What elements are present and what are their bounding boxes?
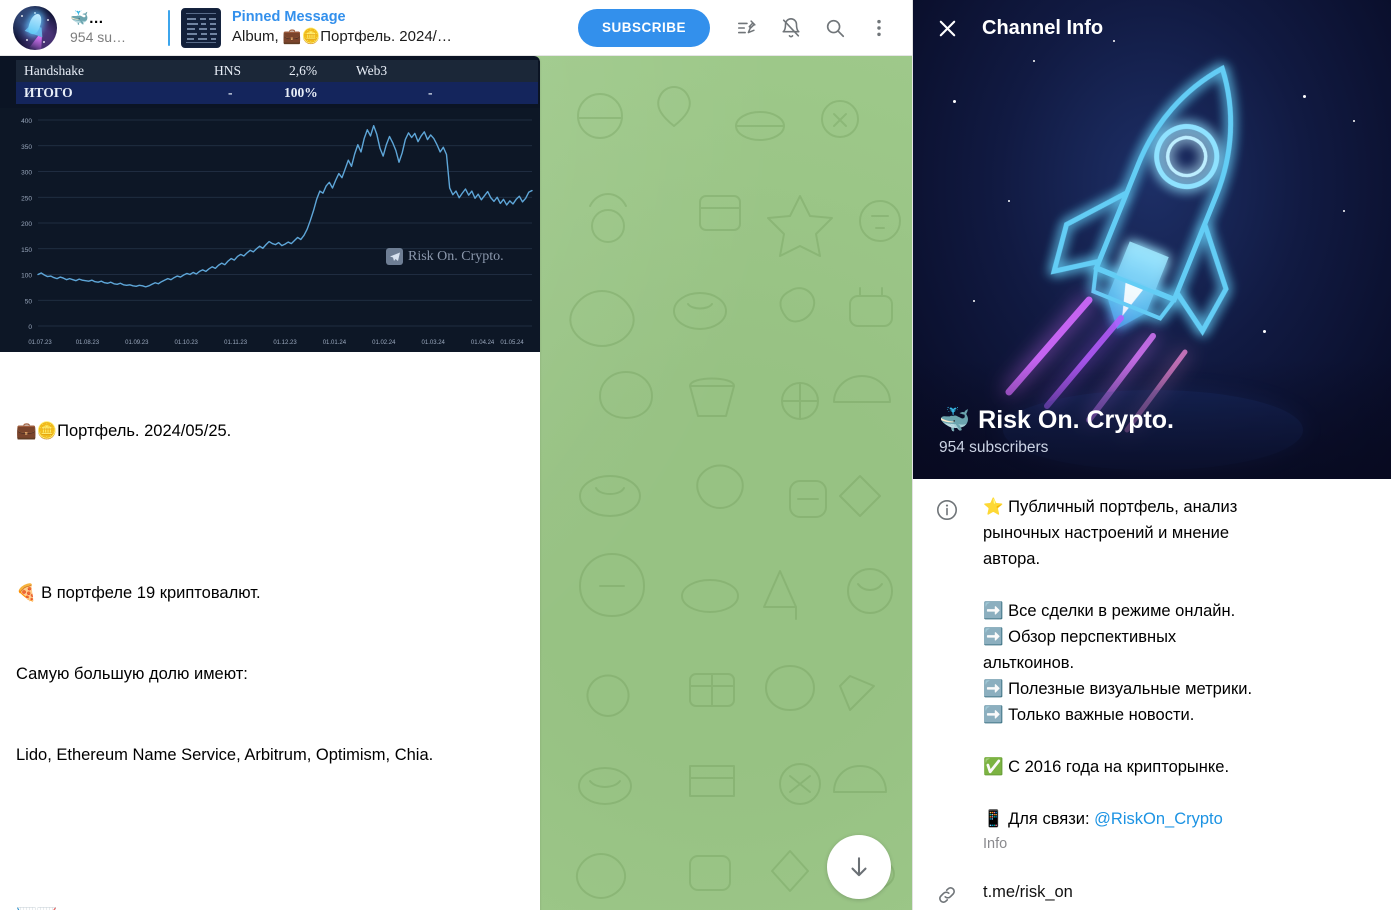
pinned-message-label: Pinned Message xyxy=(232,9,346,25)
message-line-1: Самую большую долю имеют: xyxy=(16,665,248,683)
table-cell-share: 2,6% xyxy=(289,63,318,78)
message-line-2: Lido, Ethereum Name Service, Arbitrum, O… xyxy=(16,746,434,764)
scroll-to-bottom-icon xyxy=(851,857,867,877)
svg-text:300: 300 xyxy=(21,170,32,177)
pinned-message-bar[interactable]: Pinned Message Album, 💼🪙Портфель. 2024/… xyxy=(168,6,578,50)
message-image-chart[interactable]: 0 50 100 150 200 250 300 350 400 01.07.23 01.08.23… xyxy=(0,108,540,352)
table-cell-total-ticker: - xyxy=(228,85,233,100)
description-line: автора. xyxy=(983,550,1041,568)
pinned-messages-icon[interactable] xyxy=(726,7,768,49)
description-line: ➡️ Полезные визуальные метрики. xyxy=(983,680,1253,698)
pinned-accent-bar xyxy=(168,9,170,46)
svg-text:01.08.23: 01.08.23 xyxy=(76,340,100,346)
info-description-content: ⭐ Публичный портфель, анализ рыночных на… xyxy=(983,494,1369,854)
svg-text:01.10.23: 01.10.23 xyxy=(175,340,199,346)
description-line: ➡️ Только важные новости. xyxy=(983,706,1195,724)
svg-text:250: 250 xyxy=(21,195,32,202)
channel-name: Risk On. Crypto. xyxy=(978,406,1175,434)
info-panel-body: ⭐ Публичный портфель, анализ рыночных на… xyxy=(913,479,1391,910)
scroll-to-bottom-button[interactable] xyxy=(827,835,891,899)
description-line: рыночных настроений и мнение xyxy=(983,524,1230,542)
table-row: Handshake HNS 2,6% Web3 xyxy=(16,60,538,82)
subscribe-button[interactable]: SUBSCRIBE xyxy=(577,8,710,47)
message-line-0: 🍕 В портфеле 19 криптовалют. xyxy=(16,584,261,602)
channel-avatar[interactable] xyxy=(13,5,57,50)
svg-text:01.12.23: 01.12.23 xyxy=(273,340,297,346)
description-line: ⭐ Публичный портфель, анализ xyxy=(983,498,1238,516)
more-vertical-icon[interactable] xyxy=(858,7,900,49)
pinned-message-text: Pinned Message Album, 💼🪙Портфель. 2024/… xyxy=(232,8,452,47)
telegram-logo-icon xyxy=(386,248,403,265)
bell-muted-icon[interactable] xyxy=(770,7,812,49)
message-title: 💼🪙Портфель. 2024/05/25. xyxy=(16,422,232,440)
channel-info-panel: Channel Info 🐳 Risk On. Crypto. 954 subs… xyxy=(912,0,1391,910)
table-cell-total-label: ИТОГО xyxy=(24,85,73,100)
svg-text:350: 350 xyxy=(21,144,32,151)
table-cell-total-share: 100% xyxy=(284,85,318,100)
chat-column: 🐳… 954 su… Pinned Message Album, 💼🪙Портф… xyxy=(0,0,912,910)
svg-text:400: 400 xyxy=(21,118,32,125)
svg-text:01.07.23: 01.07.23 xyxy=(28,340,52,346)
message-bubble[interactable]: Handshake HNS 2,6% Web3 ИТОГО - 100% - 0… xyxy=(0,56,540,910)
close-icon[interactable] xyxy=(926,7,968,49)
svg-text:01.04.24: 01.04.24 xyxy=(471,340,495,346)
link-icon xyxy=(935,879,983,907)
channel-title-block[interactable]: 🐳… 954 su… xyxy=(70,9,156,46)
table-cell-asset: Handshake xyxy=(24,63,84,78)
description-line: ➡️ Обзор перспективных xyxy=(983,628,1177,646)
description-line: ✅ С 2016 года на крипторынке. xyxy=(983,758,1230,776)
table-cell-ticker: HNS xyxy=(214,63,242,78)
table-row-total: ИТОГО - 100% - xyxy=(16,82,538,104)
whale-icon: 🐳 xyxy=(939,406,971,434)
description-line: альткоинов. xyxy=(983,654,1075,672)
message-text: 💼🪙Портфель. 2024/05/25. 🍕 В портфеле 19 … xyxy=(0,352,540,910)
svg-text:01.02.24: 01.02.24 xyxy=(372,340,396,346)
message-scroll-area[interactable]: Handshake HNS 2,6% Web3 ИТОГО - 100% - 0… xyxy=(0,56,912,910)
header-actions: SUBSCRIBE xyxy=(577,7,900,49)
info-panel-header: Channel Info xyxy=(913,0,1391,56)
table-cell-sector: Web3 xyxy=(356,63,388,78)
channel-name-row: 🐳 Risk On. Crypto. xyxy=(939,405,1391,436)
chart-watermark: Risk On. Crypto. xyxy=(386,248,504,265)
contact-handle-link[interactable]: @RiskOn_Crypto xyxy=(1094,810,1223,828)
info-link-row[interactable]: t.me/risk_on xyxy=(913,864,1391,910)
portfolio-line-chart: 0 50 100 150 200 250 300 350 400 01.07.23 01.08.23… xyxy=(0,108,540,352)
svg-text:100: 100 xyxy=(21,273,32,280)
channel-identity: 🐳 Risk On. Crypto. 954 subscribers xyxy=(913,359,1391,479)
message-image-table[interactable]: Handshake HNS 2,6% Web3 ИТОГО - 100% - xyxy=(0,56,540,108)
svg-text:01.09.23: 01.09.23 xyxy=(125,340,149,346)
channel-subscribers: 954 subscribers xyxy=(939,439,1049,456)
table-cell-total-sector: - xyxy=(428,85,433,100)
chart-watermark-text: Risk On. Crypto. xyxy=(408,248,504,264)
channel-description: ⭐ Публичный портфель, анализ рыночных на… xyxy=(983,494,1369,832)
svg-text:01.05.24: 01.05.24 xyxy=(500,340,524,346)
info-panel-title: Channel Info xyxy=(982,16,1104,39)
svg-text:0: 0 xyxy=(28,324,32,331)
chat-header: 🐳… 954 su… Pinned Message Album, 💼🪙Портф… xyxy=(0,0,912,56)
svg-text:01.01.24: 01.01.24 xyxy=(323,340,347,346)
svg-text:50: 50 xyxy=(25,298,33,305)
channel-title: 🐳… xyxy=(70,10,104,27)
info-link-content: t.me/risk_on xyxy=(983,879,1369,907)
changes-title: 📉📈Изменения величины портфеля: xyxy=(16,904,524,910)
channel-cover-photo[interactable]: Channel Info 🐳 Risk On. Crypto. 954 subs… xyxy=(913,0,1391,479)
search-icon[interactable] xyxy=(814,7,856,49)
description-line: 📱 Для связи: xyxy=(983,810,1095,828)
pinned-message-thumbnail[interactable] xyxy=(181,7,221,48)
channel-link-value[interactable]: t.me/risk_on xyxy=(983,879,1369,905)
svg-text:01.11.23: 01.11.23 xyxy=(224,340,248,346)
info-description-row[interactable]: ⭐ Публичный портфель, анализ рыночных на… xyxy=(913,479,1391,864)
telegram-window: 🐳… 954 su… Pinned Message Album, 💼🪙Портф… xyxy=(0,0,1391,910)
svg-text:01.03.24: 01.03.24 xyxy=(422,340,446,346)
channel-subscribers-short: 954 su… xyxy=(70,29,127,45)
pinned-message-preview: Album, 💼🪙Портфель. 2024/… xyxy=(232,28,452,45)
svg-text:150: 150 xyxy=(21,247,32,254)
description-line: ➡️ Все сделки в режиме онлайн. xyxy=(983,602,1236,620)
svg-text:200: 200 xyxy=(21,221,32,228)
info-circle-icon xyxy=(935,494,983,854)
info-field-label: Info xyxy=(983,836,1008,852)
